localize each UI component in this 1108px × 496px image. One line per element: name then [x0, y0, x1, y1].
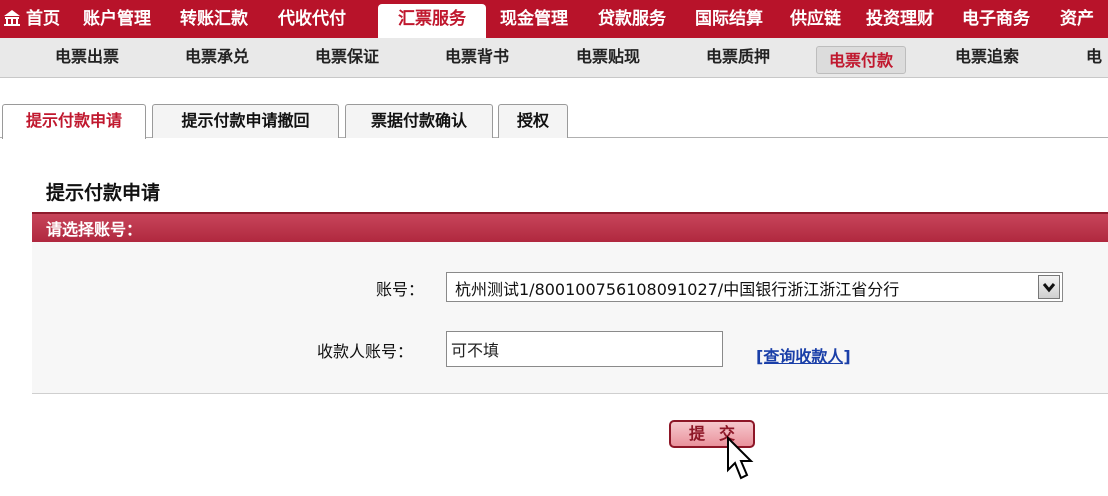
- payee-account-label: 收款人账号：: [317, 342, 414, 361]
- topnav-loan-service[interactable]: 贷款服务: [598, 0, 666, 38]
- subnav-pledge[interactable]: 电票质押: [706, 38, 770, 78]
- payee-account-input[interactable]: [446, 331, 723, 367]
- topnav-cash-management[interactable]: 现金管理: [500, 0, 568, 38]
- subnav-discount[interactable]: 电票贴现: [576, 38, 640, 78]
- tab-authorize[interactable]: 授权: [498, 104, 568, 138]
- subnav-issue[interactable]: 电票出票: [55, 38, 119, 78]
- topnav-collection-payment[interactable]: 代收代付: [278, 0, 346, 38]
- section-header: 请选择账号：: [32, 212, 1108, 242]
- tab-payment-request-withdraw[interactable]: 提示付款申请撤回: [152, 104, 339, 138]
- form-panel: [32, 242, 1108, 394]
- query-payee-link[interactable]: [查询收款人]: [756, 343, 851, 367]
- account-select[interactable]: 杭州测试1/800100756108091027/中国银行浙江浙江省分行: [446, 272, 1063, 302]
- page-title: 提示付款申请: [46, 182, 161, 204]
- topnav-account-management[interactable]: 账户管理: [83, 0, 151, 38]
- account-select-value: 杭州测试1/800100756108091027/中国银行浙江浙江省分行: [455, 280, 900, 299]
- account-label: 账号：: [376, 280, 425, 299]
- topnav-home[interactable]: 首页: [26, 0, 60, 38]
- topnav-supply-chain[interactable]: 供应链: [790, 0, 841, 38]
- topnav-ecommerce[interactable]: 电子商务: [962, 0, 1030, 38]
- topnav-assets[interactable]: 资产: [1060, 0, 1094, 38]
- sub-menu-bar: 电票出票 电票承兑 电票保证 电票背书 电票贴现 电票质押 电票付款 电票追索 …: [0, 38, 1108, 78]
- topnav-transfer[interactable]: 转账汇款: [180, 0, 248, 38]
- subnav-recourse[interactable]: 电票追索: [955, 38, 1019, 78]
- subnav-payment[interactable]: 电票付款: [816, 46, 907, 74]
- subnav-guarantee[interactable]: 电票保证: [315, 38, 379, 78]
- tab-payment-request[interactable]: 提示付款申请: [2, 104, 146, 139]
- chevron-down-icon[interactable]: [1038, 275, 1060, 299]
- section-header-label: 请选择账号：: [46, 220, 143, 239]
- topnav-draft-service[interactable]: 汇票服务: [378, 4, 486, 38]
- tab-payment-confirm[interactable]: 票据付款确认: [345, 104, 493, 138]
- top-menu-bar: 首页 账户管理 转账汇款 代收代付 汇票服务 现金管理 贷款服务 国际结算 供应…: [0, 0, 1108, 38]
- subnav-accept[interactable]: 电票承兑: [185, 38, 249, 78]
- topnav-investment[interactable]: 投资理财: [866, 0, 934, 38]
- bank-home-icon[interactable]: [3, 9, 21, 27]
- subnav-endorse[interactable]: 电票背书: [445, 38, 509, 78]
- subnav-more[interactable]: 电: [1086, 38, 1102, 78]
- mouse-pointer-icon: [727, 436, 754, 480]
- topnav-international-settlement[interactable]: 国际结算: [695, 0, 763, 38]
